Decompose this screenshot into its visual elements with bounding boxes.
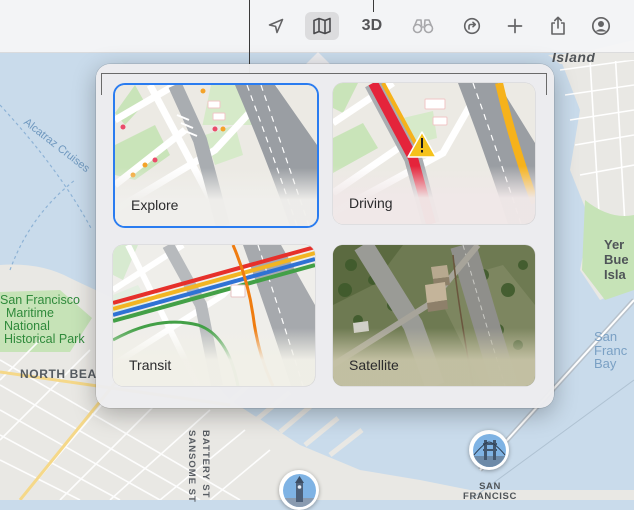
popover-arrow [306,52,330,64]
location-arrow-icon [268,18,284,34]
directions-button[interactable] [455,12,489,40]
bay-line-1: San [594,329,618,344]
map-mode-button[interactable] [305,12,339,40]
share-button[interactable] [541,12,575,40]
map-style-explore-label: Explore [131,197,179,213]
bay-line-2: Franc [594,342,628,358]
yerba-line-1: Yer [604,237,625,252]
map-style-transit-label: Transit [129,357,172,373]
map-style-explore-card[interactable]: Explore [115,85,317,226]
bridge-icon [472,439,506,467]
binoculars-icon [412,19,434,34]
3d-button[interactable]: 3D [355,12,389,40]
bay-line-3: Bay [594,356,617,372]
map-style-driving-card[interactable]: Driving [333,83,535,224]
account-icon [591,16,611,36]
sf-pin-line-2: FRANCISC [463,491,517,503]
callout-line-map-mode [249,0,250,74]
map-style-satellite-label: Satellite [349,357,399,373]
directions-icon [463,17,481,35]
landmark-pin-ferry-building[interactable] [279,470,319,510]
landmark-pin-bay-bridge[interactable] [469,430,509,470]
map-mode-icon [313,17,331,35]
map-label-sansome-st: SANSOME ST [186,430,197,503]
map-style-driving-label: Driving [349,195,393,211]
park-line-4: Historical Park [4,332,85,347]
map-label-battery-st: BATTERY ST [200,430,211,499]
callout-line-3d [373,0,374,12]
tower-icon [282,475,316,507]
account-button[interactable] [584,12,618,40]
toolbar: 3D [0,0,634,53]
yerba-line-3: Isla [604,266,626,282]
current-location-button[interactable] [259,12,293,40]
share-icon [551,16,565,35]
map-label-north-beach: NORTH BEA [20,367,97,381]
map-style-satellite-card[interactable]: Satellite [333,245,535,386]
map-label-sf-bay: San Franc Bay [594,330,627,371]
add-button[interactable] [498,12,532,40]
map-style-transit-card[interactable]: Transit [113,245,315,386]
map-label-yerba-buena: Yer Bue Isla [604,237,629,283]
yerba-line-2: Bue [604,251,629,267]
map-label-maritime-park[interactable]: San Francisco Maritime National Historic… [0,293,85,347]
plus-icon [507,18,523,34]
look-around-button[interactable] [406,12,440,40]
